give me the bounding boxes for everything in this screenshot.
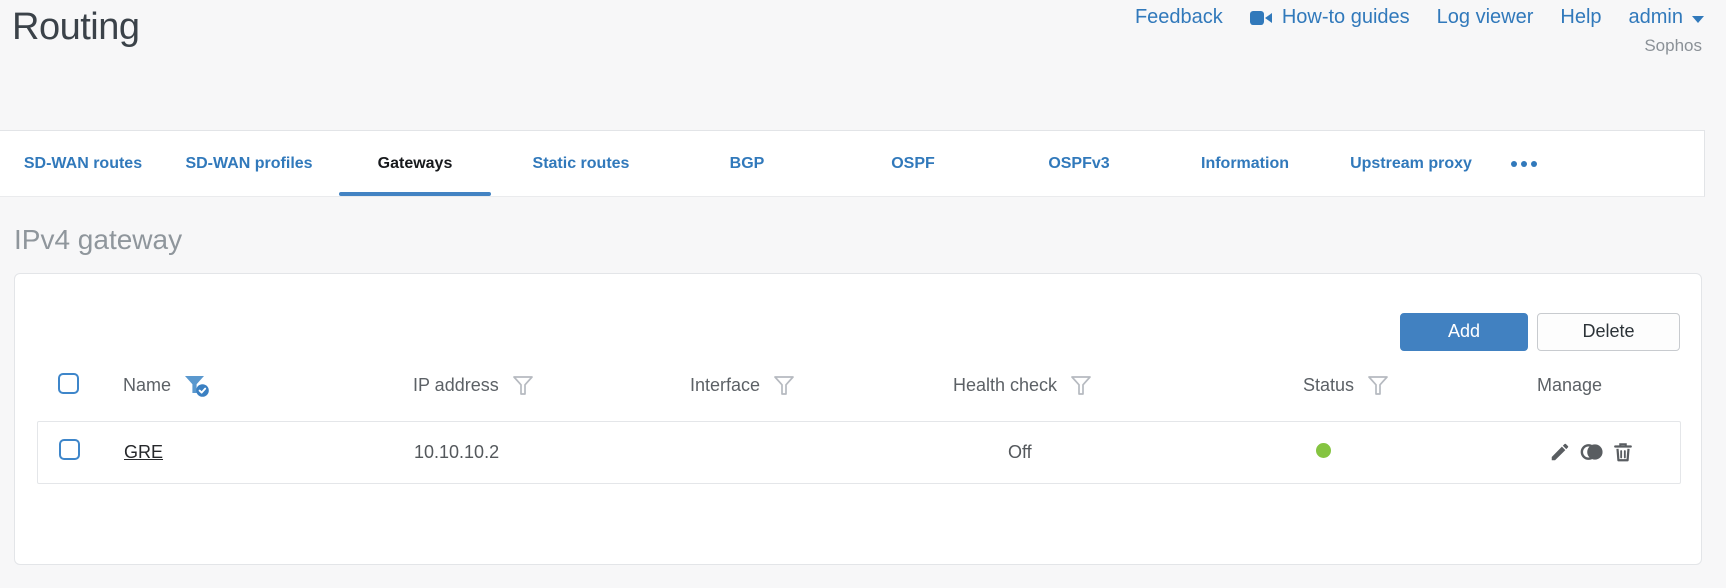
header-right: Feedback How-to guides Log viewer Help a… [1135,6,1704,56]
filter-funnel-icon-active[interactable] [184,374,211,398]
log-viewer-link[interactable]: Log viewer [1437,6,1534,29]
column-header-ip-address[interactable]: IP address [413,375,499,396]
filter-funnel-icon[interactable] [1070,375,1092,396]
table-row: GRE 10.10.10.2 Off [37,420,1681,484]
ellipsis-icon [1521,160,1527,167]
tab-ospfv3[interactable]: OSPFv3 [996,131,1162,196]
delete-button[interactable]: Delete [1537,312,1680,351]
clone-icon[interactable] [1580,441,1603,463]
tab-gateways[interactable]: Gateways [332,131,498,196]
ellipsis-icon [1531,160,1537,167]
filter-funnel-icon[interactable] [773,375,795,396]
tab-static-routes[interactable]: Static routes [498,131,664,196]
video-camera-icon [1249,10,1273,26]
column-header-name[interactable]: Name [123,375,171,396]
tab-upstream-proxy[interactable]: Upstream proxy [1328,131,1494,196]
chevron-down-icon [1692,15,1704,23]
how-to-guides-label: How-to guides [1281,6,1410,28]
select-all-checkbox[interactable] [58,372,79,394]
column-header-health-check[interactable]: Health check [953,375,1057,396]
admin-label: admin [1628,6,1683,28]
brand-text: Sophos [1644,36,1702,55]
panel-toolbar: Add Delete [15,274,1701,351]
status-dot [1316,442,1331,458]
tab-information[interactable]: Information [1162,131,1328,196]
main-content: IPv4 gateway Add Delete Name IP address [0,223,1726,565]
header-links: Feedback How-to guides Log viewer Help a… [1135,6,1704,29]
page-title: Routing [12,6,140,48]
tab-ospf[interactable]: OSPF [830,131,996,196]
row-checkbox[interactable] [59,439,80,461]
add-button[interactable]: Add [1400,312,1528,351]
gateway-name-link[interactable]: GRE [124,442,163,462]
feedback-link[interactable]: Feedback [1135,6,1223,29]
delete-icon[interactable] [1612,441,1634,463]
filter-funnel-icon[interactable] [512,375,534,396]
edit-icon[interactable] [1549,441,1571,463]
section-title: IPv4 gateway [14,224,183,255]
column-header-interface[interactable]: Interface [690,375,760,396]
how-to-guides-link[interactable]: How-to guides [1249,6,1410,29]
column-header-status[interactable]: Status [1303,375,1354,396]
tab-sd-wan-profiles[interactable]: SD-WAN profiles [166,131,332,196]
help-link[interactable]: Help [1560,6,1601,29]
tab-sd-wan-routes[interactable]: SD-WAN routes [0,131,166,196]
tab-bar: SD-WAN routes SD-WAN profiles Gateways S… [0,130,1705,197]
ip-address-cell: 10.10.10.2 [414,441,500,462]
health-check-cell: Off [1008,441,1032,462]
page-header: Routing Feedback How-to guides Log viewe… [0,0,1726,130]
manage-cell [1538,441,1680,463]
table-header: Name IP address Interface Health check S… [15,351,1701,421]
tab-bgp[interactable]: BGP [664,131,830,196]
admin-menu[interactable]: admin [1629,6,1704,29]
filter-funnel-icon[interactable] [1367,375,1389,396]
ellipsis-icon [1511,160,1517,167]
ipv4-gateway-panel: Add Delete Name IP address Interface Hea… [14,272,1702,565]
column-header-manage: Manage [1537,375,1603,396]
more-tabs-button[interactable] [1494,131,1554,196]
